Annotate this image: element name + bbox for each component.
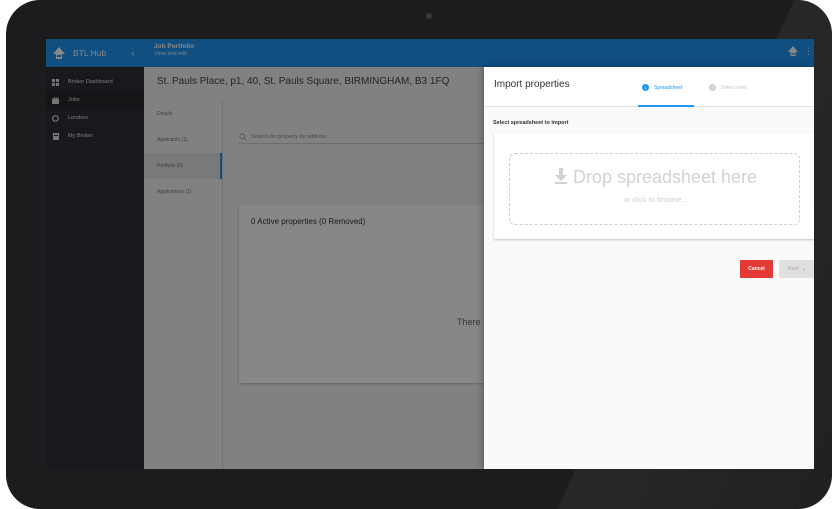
tablet-frame: St. Pauls Place, p1, 40, St. Pauls Squar…: [6, 0, 832, 509]
spreadsheet-drop-zone[interactable]: Drop spreadsheet here or click to browse…: [509, 153, 800, 225]
step-label: Spreadsheet: [654, 84, 683, 91]
active-step-indicator: [638, 105, 694, 107]
panel-title: Import properties: [494, 79, 570, 90]
section-label: Select spreadsheet to import: [493, 120, 569, 126]
camera-dot: [426, 13, 432, 19]
panel-header: Import properties 1 Spreadsheet 2 Select…: [484, 67, 814, 107]
cancel-button[interactable]: Cancel: [740, 260, 773, 278]
upload-card: Drop spreadsheet here or click to browse…: [494, 133, 814, 239]
step-number: 2: [709, 84, 716, 91]
step-select-rows[interactable]: 2 Select rows: [709, 84, 747, 91]
drop-zone-text: Drop spreadsheet here: [510, 167, 801, 188]
download-icon: [554, 168, 567, 184]
step-label: Select rows: [721, 84, 747, 91]
next-button[interactable]: Next ›: [779, 260, 814, 278]
import-properties-panel: Import properties 1 Spreadsheet 2 Select…: [484, 67, 814, 469]
drop-zone-label: Drop spreadsheet here: [572, 167, 758, 187]
step-spreadsheet[interactable]: 1 Spreadsheet: [642, 84, 682, 91]
next-label: Next: [787, 266, 799, 272]
chevron-right-icon: ›: [802, 264, 806, 274]
browse-hint: or click to browse...: [623, 195, 688, 204]
step-number: 1: [642, 84, 649, 91]
app-screen: St. Pauls Place, p1, 40, St. Pauls Squar…: [46, 39, 814, 469]
